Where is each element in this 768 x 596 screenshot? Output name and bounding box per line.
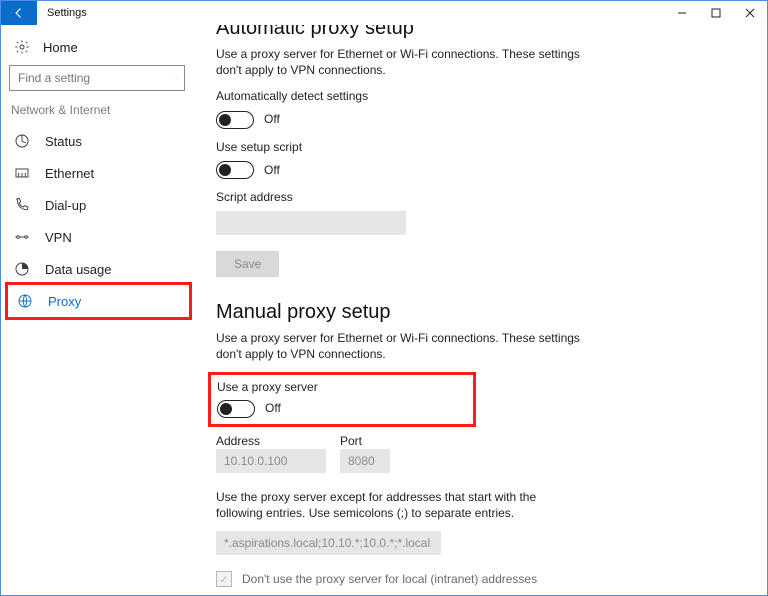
maximize-button[interactable] — [699, 1, 733, 25]
phone-icon — [13, 197, 31, 213]
sidebar-home-label: Home — [43, 40, 78, 55]
search-icon — [175, 71, 178, 85]
sidebar-item-label: VPN — [45, 230, 72, 245]
content-pane: Automatic proxy setup Use a proxy server… — [196, 25, 767, 595]
ethernet-icon — [13, 165, 31, 181]
data-usage-icon — [13, 261, 31, 277]
port-label: Port — [340, 433, 390, 449]
sidebar-item-vpn[interactable]: VPN — [9, 221, 188, 253]
use-proxy-toggle[interactable] — [217, 400, 255, 418]
bypass-local-checkbox: ✓ — [216, 571, 232, 587]
address-label: Address — [216, 433, 326, 449]
status-icon — [13, 133, 31, 149]
search-field[interactable] — [16, 70, 175, 86]
globe-icon — [16, 293, 34, 309]
sidebar-item-label: Proxy — [48, 294, 81, 309]
sidebar-item-ethernet[interactable]: Ethernet — [9, 157, 188, 189]
use-proxy-label: Use a proxy server — [217, 379, 467, 395]
sidebar-item-data-usage[interactable]: Data usage — [9, 253, 188, 285]
except-input — [216, 531, 441, 555]
address-input — [216, 449, 326, 473]
auto-save-button: Save — [216, 251, 279, 277]
sidebar-section-label: Network & Internet — [9, 103, 188, 125]
auto-detect-state: Off — [264, 111, 280, 127]
except-desc: Use the proxy server except for addresse… — [216, 489, 576, 521]
vpn-icon — [13, 229, 31, 245]
sidebar-item-dialup[interactable]: Dial-up — [9, 189, 188, 221]
sidebar-item-label: Data usage — [45, 262, 112, 277]
script-address-label: Script address — [216, 189, 747, 205]
sidebar: Home Network & Internet Status Ethernet — [1, 25, 196, 595]
bypass-local-label: Don't use the proxy server for local (in… — [242, 571, 537, 587]
highlight-use-proxy: Use a proxy server Off — [208, 372, 476, 426]
sidebar-home[interactable]: Home — [9, 35, 188, 65]
search-input[interactable] — [9, 65, 185, 91]
maximize-icon — [711, 8, 721, 18]
sidebar-item-status[interactable]: Status — [9, 125, 188, 157]
section-heading-manual: Manual proxy setup — [216, 301, 747, 324]
back-button[interactable] — [1, 1, 37, 25]
sidebar-item-label: Ethernet — [45, 166, 94, 181]
auto-detect-label: Automatically detect settings — [216, 88, 747, 104]
use-script-label: Use setup script — [216, 139, 747, 155]
auto-detect-toggle[interactable] — [216, 111, 254, 129]
use-script-state: Off — [264, 162, 280, 178]
sidebar-item-proxy[interactable]: Proxy — [12, 285, 185, 317]
window-title: Settings — [37, 1, 97, 25]
section-heading-auto: Automatic proxy setup — [216, 25, 747, 40]
port-input — [340, 449, 390, 473]
use-script-toggle[interactable] — [216, 161, 254, 179]
sidebar-item-label: Status — [45, 134, 82, 149]
highlight-proxy-nav: Proxy — [5, 282, 192, 320]
gear-icon — [13, 39, 31, 55]
minimize-button[interactable] — [665, 1, 699, 25]
use-proxy-state: Off — [265, 400, 281, 416]
close-button[interactable] — [733, 1, 767, 25]
arrow-left-icon — [12, 6, 26, 20]
script-address-input — [216, 211, 406, 235]
auto-desc: Use a proxy server for Ethernet or Wi-Fi… — [216, 46, 586, 78]
minimize-icon — [677, 8, 687, 18]
manual-desc: Use a proxy server for Ethernet or Wi-Fi… — [216, 330, 586, 362]
sidebar-item-label: Dial-up — [45, 198, 86, 213]
close-icon — [745, 8, 755, 18]
